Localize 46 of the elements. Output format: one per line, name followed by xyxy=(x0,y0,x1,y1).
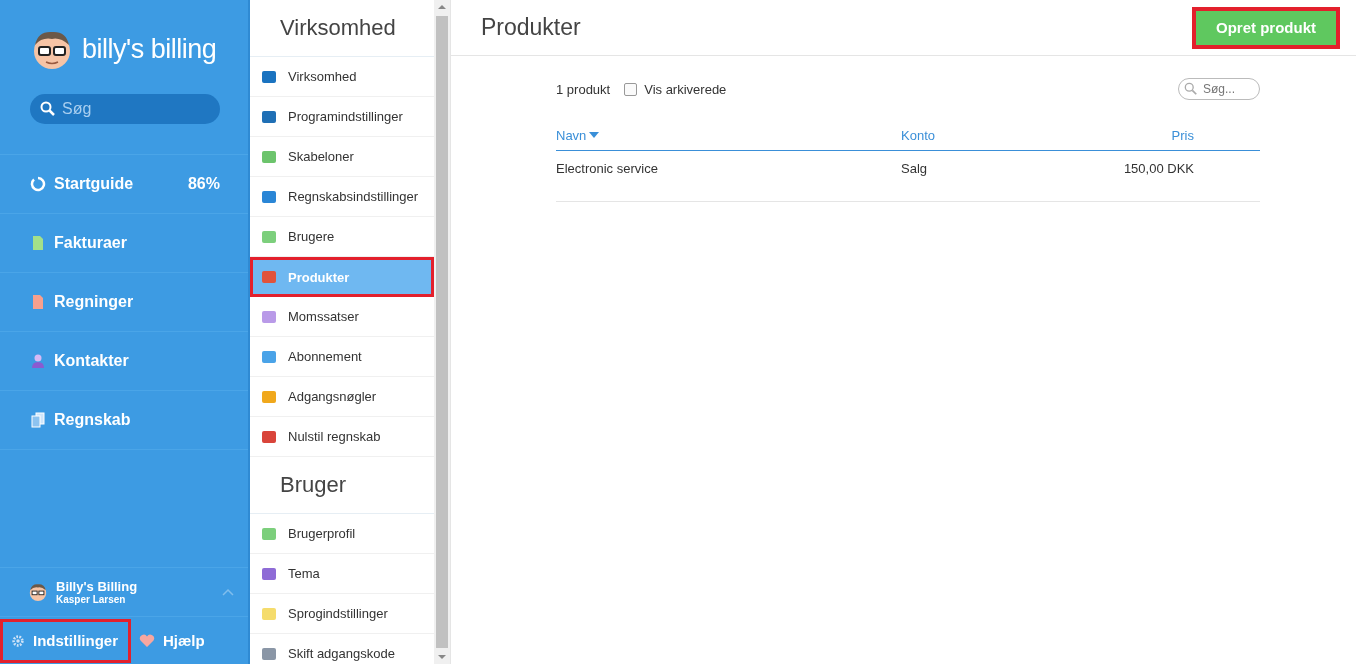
table-cell-text: Salg xyxy=(901,160,929,176)
logo-text: billy's billing xyxy=(82,33,217,65)
table-cell-text: 150,00 DKK xyxy=(1122,160,1194,176)
menu-item-icon xyxy=(262,271,276,283)
scroll-up-icon xyxy=(438,4,446,10)
progress-percent: 86% xyxy=(187,175,220,193)
user-name: Kasper Larsen xyxy=(56,594,127,605)
column-header[interactable]: Navn xyxy=(556,127,901,143)
menu-item-icon xyxy=(262,190,276,203)
progress-ring-icon xyxy=(30,176,46,192)
menu-item-icon xyxy=(262,390,276,403)
product-count: 1 produkt xyxy=(556,81,611,97)
menu-item-icon xyxy=(262,430,276,443)
menu-item-icon xyxy=(262,230,276,243)
menu-item-icon xyxy=(262,647,276,660)
search-field[interactable]: Søg... xyxy=(1178,78,1260,100)
search-icon xyxy=(1184,82,1198,96)
search-icon xyxy=(40,101,56,117)
menu-item-icon xyxy=(262,70,276,83)
menu-item-icon xyxy=(262,527,276,540)
search-field[interactable]: Søg xyxy=(30,94,220,124)
menu-item-icon xyxy=(262,567,276,580)
menu-item-icon xyxy=(262,110,276,123)
menu-item-icon xyxy=(262,607,276,620)
column-header[interactable]: Konto xyxy=(901,127,1021,143)
heart-icon xyxy=(139,633,155,648)
menu-item-icon xyxy=(262,310,276,323)
document-icon xyxy=(30,294,46,310)
checkbox-label: Vis arkiverede xyxy=(644,81,727,97)
sort-down-icon xyxy=(589,132,600,138)
pages-icon xyxy=(30,412,46,428)
checkbox[interactable] xyxy=(624,82,638,96)
document-icon xyxy=(30,235,46,251)
menu-item-icon xyxy=(262,350,276,363)
page-title: Produkter xyxy=(481,14,581,41)
chevron-up-icon xyxy=(222,588,234,596)
scroll-down-icon xyxy=(438,654,446,660)
company-name: Billy's Billing xyxy=(56,579,139,594)
menu-item-icon xyxy=(262,150,276,163)
settings-icon xyxy=(11,633,25,648)
column-header[interactable]: Pris xyxy=(1021,127,1194,143)
person-icon xyxy=(30,353,46,369)
scrollbar[interactable] xyxy=(434,0,450,664)
table-cell-text: Electronic service xyxy=(556,160,659,176)
cartoon-face-avatar-icon xyxy=(28,582,48,602)
scrollbar-thumb[interactable] xyxy=(436,16,448,648)
